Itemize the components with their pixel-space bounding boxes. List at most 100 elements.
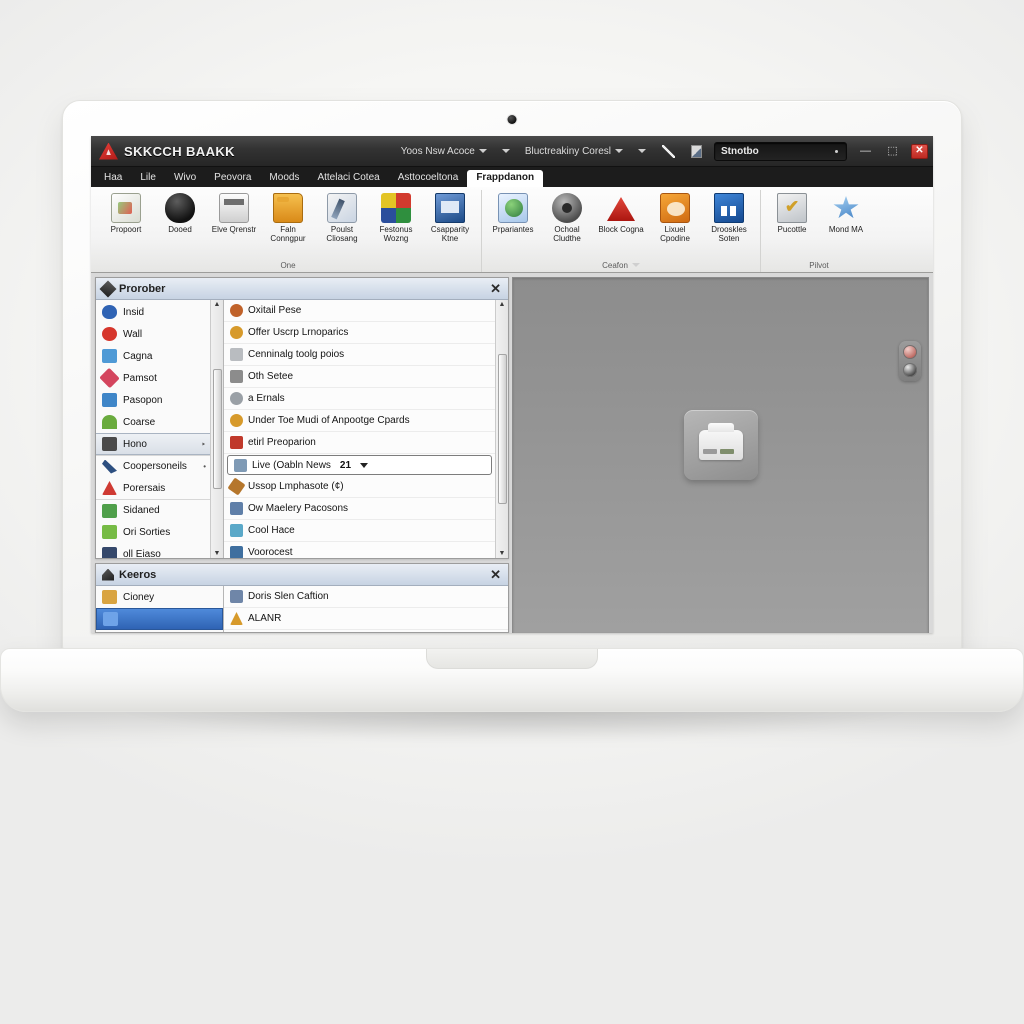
globe-icon xyxy=(498,193,528,223)
list-item[interactable]: a Ernals xyxy=(224,388,495,410)
tab-vivo[interactable]: Wivo xyxy=(165,170,205,187)
sidebar-item-porersais[interactable]: Porersais xyxy=(96,477,210,499)
sidebar-item-pamsot[interactable]: Pamsot xyxy=(96,367,210,389)
tab-asttocoeltona[interactable]: Asttocoeltona xyxy=(389,170,468,187)
list-scrollbar-thumb[interactable] xyxy=(497,354,507,504)
scroll-up-arrow-icon[interactable]: ▲ xyxy=(499,301,506,308)
list-item[interactable]: Offer Uscrp Lrnoparics xyxy=(224,322,495,344)
panel-keeros-rows: Doris Slen Caftion ALANR xyxy=(224,586,508,632)
panel-prorober: Prorober ✕ Insid Wall Cagna Pamsot Pasop… xyxy=(95,277,509,559)
list-item-icon xyxy=(230,392,243,405)
panel-keeros-sidebar: Cioney xyxy=(96,586,224,632)
titlebar-dropdown-3[interactable]: Bluctreakiny Coresl xyxy=(522,144,626,159)
restore-button[interactable]: ⬚ xyxy=(884,144,901,159)
black-dome-icon xyxy=(165,193,195,223)
navigate-round-button[interactable] xyxy=(903,363,917,377)
sidebar-scroll-wrap: Insid Wall Cagna Pamsot Pasopon Coarse H… xyxy=(96,300,223,558)
chevron-down-icon xyxy=(501,149,510,153)
tab-moods[interactable]: Moods xyxy=(260,170,308,187)
sidebar-item-selected[interactable] xyxy=(96,608,223,630)
list-item[interactable]: Under Toe Mudi of Anpootge Cpards xyxy=(224,410,495,432)
chevron-down-icon[interactable] xyxy=(360,462,369,468)
list-item-focused[interactable]: Live (Oabln News 21 xyxy=(227,455,492,475)
list-item[interactable]: Cool Hace xyxy=(224,520,495,542)
tab-lile[interactable]: Lile xyxy=(131,170,165,187)
scroll-up-arrow-icon[interactable]: ▲ xyxy=(214,301,221,308)
dialog-launcher-icon[interactable] xyxy=(631,263,640,267)
list-item[interactable]: Oxitail Pese xyxy=(224,300,495,322)
ribbon-button-festonus-wozng[interactable]: Festonus Wozng xyxy=(370,190,422,243)
sidebar-item-pamsot-icon xyxy=(99,367,120,389)
ribbon-button-ochoal-cludthe[interactable]: Ochoal Cludthe xyxy=(541,190,593,243)
document-canvas[interactable] xyxy=(512,277,929,633)
list-item[interactable]: Doris Slen Caftion xyxy=(224,586,508,608)
sidebar-item-insid[interactable]: Insid xyxy=(96,301,210,323)
titlebar-dropdown-4[interactable] xyxy=(634,147,650,155)
panel-prorober-close-icon[interactable]: ✕ xyxy=(487,282,504,295)
pencil-icon[interactable] xyxy=(658,142,678,161)
minimize-button[interactable]: — xyxy=(857,144,874,159)
tab-haa[interactable]: Haa xyxy=(95,170,131,187)
sidebar-item-ori-sorties-icon xyxy=(102,525,117,539)
titlebar-dropdown-2[interactable] xyxy=(498,147,514,155)
paper-icon xyxy=(111,193,141,223)
list-item-icon xyxy=(230,370,243,383)
sidebar-item-pamsot-label: Pamsot xyxy=(123,372,157,384)
ribbon-button-pucottle[interactable]: Pucottle xyxy=(766,190,818,234)
ribbon-button-block-cogna[interactable]: Block Cogna xyxy=(595,190,647,234)
list-item-label: Voorocest xyxy=(248,547,293,558)
sidebar-item-cioney[interactable]: Cioney xyxy=(96,586,223,608)
list-item[interactable]: Ow Maelery Pacosons xyxy=(224,498,495,520)
printer-gray-icon xyxy=(219,193,249,223)
sidebar-item-ori-sorties[interactable]: Ori Sorties xyxy=(96,521,210,543)
scroll-down-arrow-icon[interactable]: ▼ xyxy=(214,550,221,557)
titlebar-dropdown-1[interactable]: Yoos Nsw Acoce xyxy=(398,144,490,159)
sidebar-item-wall[interactable]: Wall xyxy=(96,323,210,345)
sidebar-item-coarse[interactable]: Coarse xyxy=(96,411,210,433)
chevron-down-icon xyxy=(615,149,623,153)
close-button[interactable]: ✕ xyxy=(911,143,928,159)
sidebar-item-pasopon[interactable]: Pasopon xyxy=(96,389,210,411)
ribbon-button-lixuel-cpodine[interactable]: Lixuel Cpodine xyxy=(649,190,701,243)
sidebar-item-hono-arrow-icon: ‣ xyxy=(201,439,206,449)
sidebar-item-pasopon-icon xyxy=(102,393,117,407)
ribbon-button-prpariantes[interactable]: Prpariantes xyxy=(487,190,539,234)
ribbon-button-propoort[interactable]: Propoort xyxy=(100,190,152,234)
list-item[interactable]: ALANR xyxy=(224,608,508,630)
search-clear-icon[interactable] xyxy=(835,149,838,153)
list-item[interactable]: Ussop Lmphasote (¢) xyxy=(224,476,495,498)
list-item[interactable]: Oth Setee xyxy=(224,366,495,388)
tab-peovora[interactable]: Peovora xyxy=(205,170,260,187)
ribbon-button-dooed[interactable]: Dooed xyxy=(154,190,206,234)
printer-device-icon[interactable] xyxy=(683,409,758,480)
list-item[interactable]: etirl Preoparion xyxy=(224,432,495,454)
document-icon[interactable] xyxy=(686,142,706,161)
list-item[interactable]: Cenninalg toolg poios xyxy=(224,344,495,366)
ribbon-button-csapparity-ktne[interactable]: Csapparity Ktne xyxy=(424,190,476,243)
check-document-icon xyxy=(777,193,807,223)
list-scrollbar[interactable]: ▲ ▼ xyxy=(495,300,508,558)
sidebar-item-oll-eiaso[interactable]: oll Eiaso xyxy=(96,543,210,558)
scroll-down-arrow-icon[interactable]: ▼ xyxy=(499,550,506,557)
ribbon-button-faln-conngpur[interactable]: Faln Conngpur xyxy=(262,190,314,243)
sidebar-item-coopersoneils-icon xyxy=(102,459,117,474)
ribbon-button-block-cogna-label: Block Cogna xyxy=(598,225,644,234)
ribbon-group-one-items: Propoort Dooed Elve Qrenstr Faln Conngpu… xyxy=(100,190,476,260)
ribbon-button-elve-qrenstr[interactable]: Elve Qrenstr xyxy=(208,190,260,234)
search-input[interactable]: Stnotbo xyxy=(714,141,847,161)
sidebar-item-cagna[interactable]: Cagna xyxy=(96,345,210,367)
sidebar-item-sidaned[interactable]: Sidaned xyxy=(96,499,210,521)
ribbon-button-mond-ma[interactable]: Mond MA xyxy=(820,190,872,234)
ribbon-button-drooskles-soten[interactable]: Drooskles Soten xyxy=(703,190,755,243)
sidebar-item-coopersoneils[interactable]: Coopersoneils • xyxy=(96,455,210,477)
panel-keeros-close-icon[interactable]: ✕ xyxy=(487,568,504,581)
tab-frappdanon[interactable]: Frappdanon xyxy=(467,170,544,187)
record-round-button[interactable] xyxy=(903,345,917,359)
tab-attelaci-cotea[interactable]: Attelaci Cotea xyxy=(308,170,388,187)
sidebar-scrollbar-thumb[interactable] xyxy=(212,369,222,489)
list-item[interactable]: Voorocest xyxy=(224,542,495,558)
list-item-icon xyxy=(230,414,243,427)
sidebar-scrollbar[interactable]: ▲ ▼ xyxy=(210,300,223,558)
ribbon-button-poulst-cliosang[interactable]: Poulst Cliosang xyxy=(316,190,368,243)
sidebar-item-hono[interactable]: Hono ‣ xyxy=(96,433,210,455)
